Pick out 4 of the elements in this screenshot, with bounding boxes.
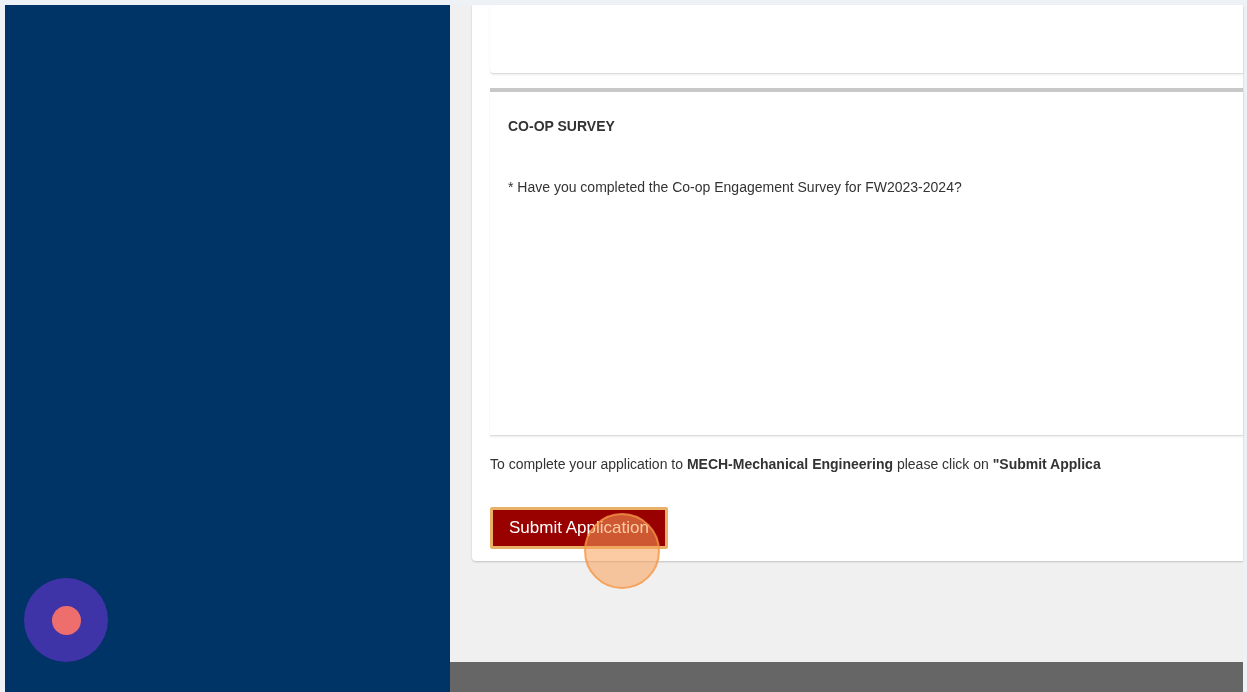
survey-question: * Have you completed the Co-op Engagement Survey for FW2023-2024? (508, 179, 963, 195)
section-title: CO-OP SURVEY (508, 118, 616, 134)
instruction-text: To complete your application to MECH-Mechanical Engineering please click on "Submit Applica (490, 456, 1102, 472)
submit-button[interactable]: Submit Application (490, 507, 668, 549)
